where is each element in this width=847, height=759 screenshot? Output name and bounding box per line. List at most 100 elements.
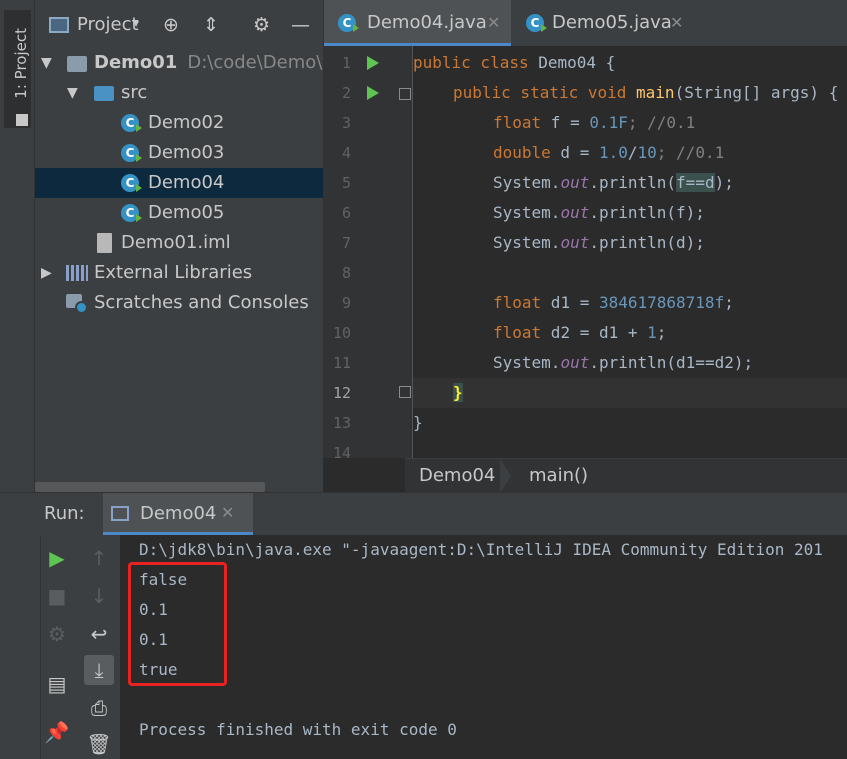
trash-icon[interactable]: 🗑 — [84, 729, 114, 759]
breadcrumb-method[interactable]: main() — [529, 459, 588, 493]
run-icon[interactable]: ▶ — [42, 543, 72, 573]
tree-item-demo04[interactable]: C Demo04 — [35, 168, 323, 198]
tree-item-module[interactable]: ▼ Demo01 D:\code\Demo\D — [35, 48, 336, 78]
tree-item-demo02[interactable]: C Demo02 — [35, 108, 323, 138]
class-icon: C — [121, 144, 142, 162]
line-number: 6 — [341, 204, 351, 222]
libraries-icon — [66, 265, 88, 281]
module-path: D:\code\Demo\D — [187, 52, 337, 73]
code-line-5: System.out.println(f==d); — [493, 173, 734, 192]
project-tool-tab[interactable]: 1: Project — [4, 10, 31, 128]
chevron-down-icon[interactable]: ▾ — [133, 16, 139, 30]
line-number: 9 — [341, 294, 351, 312]
expand-arrow-icon[interactable]: ▼ — [41, 48, 52, 78]
code-line-12: } — [453, 383, 463, 402]
close-icon[interactable]: ✕ — [221, 503, 234, 522]
pin-icon[interactable]: 📌 — [42, 717, 72, 747]
project-view-selector[interactable]: Project — [77, 14, 139, 35]
run-panel-title: Run: — [44, 503, 85, 524]
code-editor[interactable]: public class Demo04 { public static void… — [413, 46, 847, 458]
tab-label: Demo04.java — [367, 12, 487, 33]
tree-item-label: External Libraries — [94, 262, 253, 283]
class-icon: C — [526, 14, 547, 32]
highlight-annotation-box — [128, 562, 227, 686]
current-line-highlight — [413, 378, 847, 408]
line-number: 8 — [341, 264, 351, 282]
rerun-icon[interactable]: ⚙ — [42, 619, 72, 649]
run-icon[interactable] — [367, 56, 379, 70]
tree-item-label: Scratches and Consoles — [94, 292, 309, 313]
editor-tab-bar: C Demo04.java ✕ C Demo05.java ✕ — [323, 0, 847, 46]
project-panel-header: Project ▾ ⊕ ⇕ ⚙ — — [35, 0, 323, 46]
code-line-11: System.out.println(d1==d2); — [493, 353, 754, 372]
code-line-7: System.out.println(d); — [493, 233, 705, 252]
line-number: 4 — [341, 144, 351, 162]
tree-item-label: Demo02 — [148, 112, 225, 133]
toolbar-divider — [40, 535, 41, 759]
console-exit-message: Process finished with exit code 0 — [139, 720, 457, 739]
code-line-4: double d = 1.0/10; //0.1 — [493, 143, 725, 162]
line-number: 3 — [341, 114, 351, 132]
code-line-13: } — [413, 413, 423, 432]
tree-item-external-libraries[interactable]: ▶ External Libraries — [35, 258, 323, 288]
tree-item-iml[interactable]: Demo01.iml — [35, 228, 323, 258]
fold-icon[interactable] — [399, 88, 411, 100]
code-line-9: float d1 = 384617868718f; — [493, 293, 734, 312]
stop-icon[interactable]: ■ — [42, 581, 72, 611]
project-tool-icon — [16, 114, 28, 126]
print-icon[interactable]: ⎙ — [84, 693, 114, 723]
tree-item-src[interactable]: ▼ src — [35, 78, 323, 108]
console-icon — [111, 506, 129, 521]
down-arrow-icon[interactable]: ↓ — [84, 581, 114, 611]
gear-icon[interactable]: ⚙ — [253, 14, 270, 36]
tree-item-label: src — [121, 82, 148, 103]
tree-item-label: Demo05 — [148, 202, 225, 223]
console-command-line: D:\jdk8\bin\java.exe "-javaagent:D:\Inte… — [139, 540, 823, 559]
tree-item-demo05[interactable]: C Demo05 — [35, 198, 323, 228]
expand-arrow-icon[interactable]: ▼ — [67, 78, 78, 108]
close-icon[interactable]: ✕ — [487, 0, 500, 46]
code-line-3: float f = 0.1F; //0.1 — [493, 113, 696, 132]
run-panel: Run: Demo04 ✕ ▶ ■ ⚙ ▤ 📌 ↑ ↓ ↩ ⤓ ⎙ 🗑 D:\j… — [0, 492, 847, 759]
class-icon: C — [121, 114, 142, 132]
code-line-1: public class Demo04 { — [413, 53, 616, 72]
layout-icon[interactable]: ▤ — [42, 669, 72, 699]
tab-demo04-java[interactable]: C Demo04.java ✕ — [324, 0, 511, 46]
project-tool-label: 1: Project — [12, 28, 30, 99]
scroll-to-end-icon[interactable]: ⤓ — [84, 655, 114, 685]
breadcrumb: Demo04 main() — [405, 458, 847, 493]
tab-run-demo04[interactable]: Demo04 ✕ — [103, 493, 253, 535]
line-number: 1 — [341, 54, 351, 72]
collapse-icon[interactable]: ⇕ — [203, 14, 219, 36]
console-output[interactable]: D:\jdk8\bin\java.exe "-javaagent:D:\Inte… — [120, 535, 847, 759]
class-icon: C — [121, 204, 142, 222]
tree-item-label: Demo01 — [94, 52, 178, 73]
editor-gutter[interactable]: 1 2 3 4 5 6 7 8 9 10 11 12 13 14 — [323, 46, 413, 458]
fold-icon[interactable] — [399, 386, 411, 398]
line-number: 7 — [341, 234, 351, 252]
minimize-icon[interactable]: — — [291, 14, 310, 36]
scratches-icon — [66, 294, 88, 314]
tree-item-demo03[interactable]: C Demo03 — [35, 138, 323, 168]
soft-wrap-icon[interactable]: ↩ — [84, 619, 114, 649]
run-toolbar: ▶ ■ ⚙ ▤ 📌 ↑ ↓ ↩ ⤓ ⎙ 🗑 — [0, 535, 120, 759]
target-icon[interactable]: ⊕ — [163, 14, 179, 36]
breadcrumb-separator — [500, 459, 512, 493]
run-tab-label: Demo04 — [140, 503, 217, 524]
close-icon[interactable]: ✕ — [670, 0, 683, 46]
tree-item-label: Demo04 — [148, 172, 225, 193]
line-number: 11 — [332, 354, 351, 372]
breadcrumb-class[interactable]: Demo04 — [419, 459, 495, 493]
folder-icon — [94, 86, 114, 101]
tab-demo05-java[interactable]: C Demo05.java ✕ — [512, 0, 694, 46]
horizontal-scrollbar[interactable] — [35, 482, 265, 492]
class-icon: C — [338, 14, 359, 32]
line-number-current: 12 — [332, 384, 351, 402]
tree-item-label: Demo03 — [148, 142, 225, 163]
expand-arrow-icon[interactable]: ▶ — [41, 258, 52, 288]
up-arrow-icon[interactable]: ↑ — [84, 543, 114, 573]
line-number: 13 — [332, 414, 351, 432]
tree-item-scratches[interactable]: Scratches and Consoles — [35, 288, 323, 318]
run-panel-header: Run: Demo04 ✕ — [0, 493, 847, 535]
run-icon[interactable] — [367, 86, 379, 100]
